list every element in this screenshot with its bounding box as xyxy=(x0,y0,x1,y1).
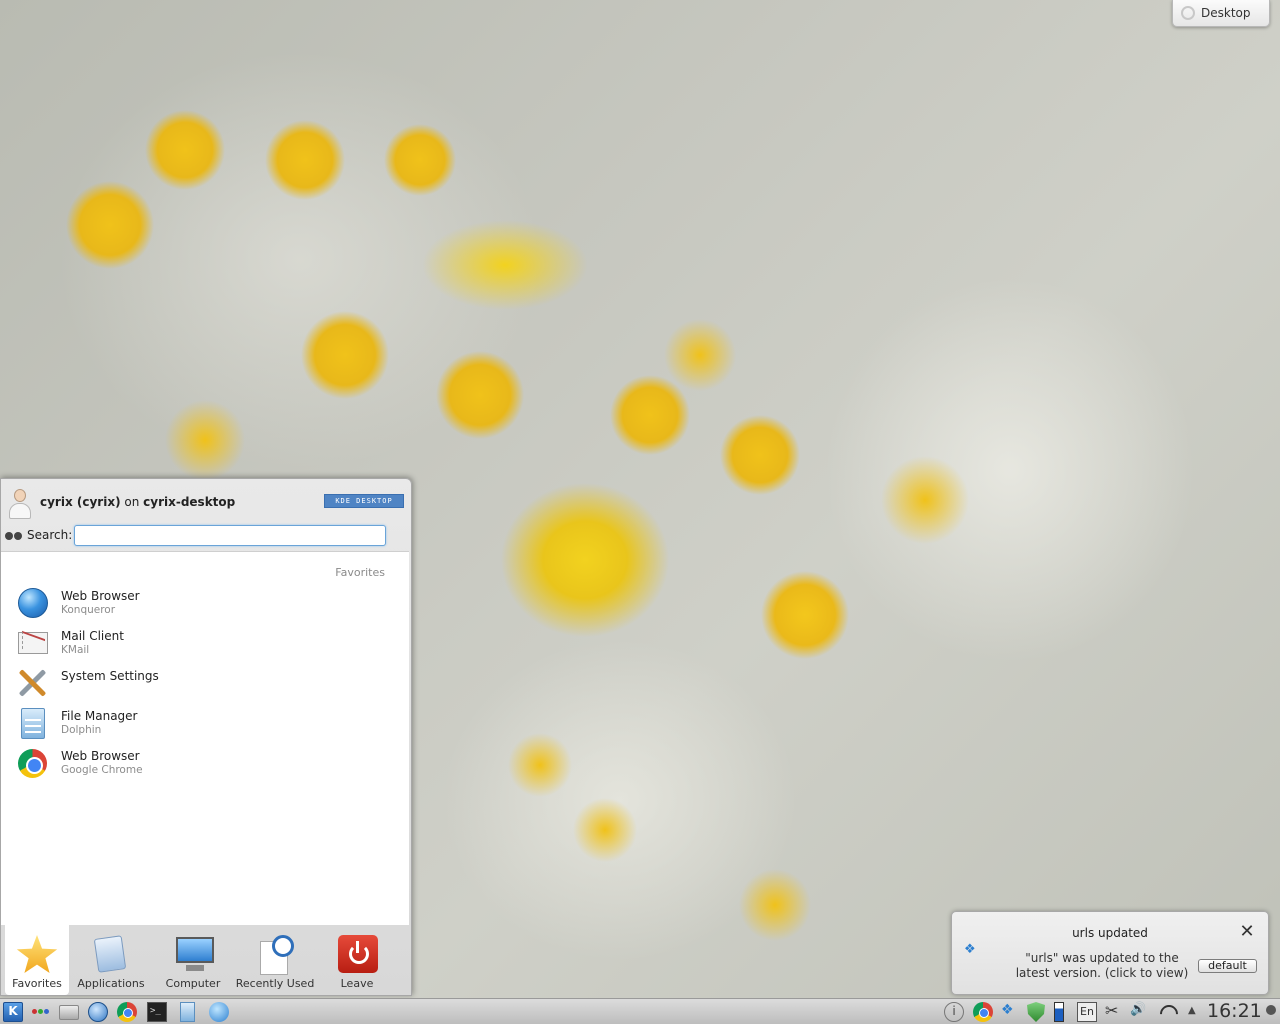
search-label-text: Search: xyxy=(27,528,73,542)
tab-label: Favorites xyxy=(12,977,62,990)
favorite-name: Mail Client xyxy=(61,629,124,643)
notification-default-button[interactable]: default xyxy=(1198,959,1257,973)
applications-icon xyxy=(93,935,127,973)
dropbox-icon[interactable] xyxy=(999,1002,1019,1022)
favorite-sub: KMail xyxy=(61,644,90,656)
search-input[interactable] xyxy=(74,525,386,546)
tab-label: Applications xyxy=(77,977,145,990)
notification-body[interactable]: "urls" was updated to the latest version… xyxy=(1012,951,1192,981)
kickoff-launcher: cyrix (cyrix) on cyrix-desktop KDE DESKT… xyxy=(0,478,412,996)
favorite-name: File Manager xyxy=(61,709,138,723)
computer-icon xyxy=(172,935,214,975)
user-name: cyrix (cyrix) xyxy=(40,495,121,509)
notification-popup[interactable]: urls updated ✕ ❖ "urls" was updated to t… xyxy=(951,911,1269,995)
tab-computer[interactable]: Computer xyxy=(153,925,233,995)
kickoff-header: cyrix (cyrix) on cyrix-desktop KDE DESKT… xyxy=(1,479,411,549)
close-icon[interactable]: ✕ xyxy=(1239,923,1255,941)
favorite-name: System Settings xyxy=(61,669,159,683)
volume-icon[interactable] xyxy=(1129,1002,1149,1022)
drive-icon[interactable] xyxy=(59,1005,79,1020)
search-label: Search: xyxy=(5,528,72,542)
battery-icon[interactable] xyxy=(1054,1002,1064,1022)
shield-icon[interactable] xyxy=(1027,1002,1045,1022)
wifi-icon[interactable] xyxy=(1157,1002,1177,1022)
user-on: on xyxy=(120,495,144,509)
mail-icon xyxy=(15,626,49,660)
file-manager-icon[interactable] xyxy=(180,1002,195,1022)
user-line: cyrix (cyrix) on cyrix-desktop xyxy=(40,495,235,509)
keyboard-layout[interactable]: En xyxy=(1077,1002,1097,1022)
scissors-icon[interactable] xyxy=(1103,1001,1123,1022)
file-manager-icon xyxy=(15,706,49,740)
favorite-sub: Google Chrome xyxy=(61,764,143,776)
info-icon[interactable] xyxy=(944,1002,964,1022)
user-avatar-icon xyxy=(7,487,33,519)
cashew-icon xyxy=(1181,6,1195,20)
favorite-mail-client[interactable]: Mail Client KMail xyxy=(15,626,395,666)
kde-desktop-badge: KDE DESKTOP xyxy=(324,494,404,508)
favorite-system-settings[interactable]: System Settings xyxy=(15,666,395,706)
star-icon xyxy=(16,935,58,973)
tab-label: Leave xyxy=(340,977,374,990)
globe-icon[interactable] xyxy=(209,1002,229,1022)
terminal-icon[interactable] xyxy=(147,1002,167,1022)
host-name: cyrix-desktop xyxy=(143,495,236,509)
clock[interactable]: 16:21 xyxy=(1207,1000,1262,1022)
chrome-tray-icon[interactable] xyxy=(973,1002,993,1022)
bottom-panel: En 16:21 xyxy=(0,998,1280,1024)
tab-favorites[interactable]: Favorites xyxy=(5,925,69,995)
recently-used-icon xyxy=(254,935,296,975)
chrome-icon xyxy=(15,746,49,780)
favorite-web-browser-chrome[interactable]: Web Browser Google Chrome xyxy=(15,746,395,786)
binoculars-icon xyxy=(5,529,23,541)
chrome-icon[interactable] xyxy=(117,1002,137,1022)
panel-toolbox-icon[interactable] xyxy=(1262,1001,1278,1023)
favorite-web-browser-konqueror[interactable]: Web Browser Konqueror xyxy=(15,586,395,626)
favorite-sub: Konqueror xyxy=(61,604,116,616)
favorite-file-manager[interactable]: File Manager Dolphin xyxy=(15,706,395,746)
favorite-name: Web Browser xyxy=(61,589,140,603)
tab-label: Recently Used xyxy=(235,977,315,990)
activities-icon[interactable] xyxy=(30,1002,50,1022)
tab-applications[interactable]: Applications xyxy=(71,925,151,995)
favorite-sub: Dolphin xyxy=(61,724,102,736)
tools-icon xyxy=(15,666,49,700)
leave-icon xyxy=(336,935,378,975)
tab-label: Computer xyxy=(165,977,221,990)
favorite-name: Web Browser xyxy=(61,749,140,763)
favorites-view: Favorites Web Browser Konqueror Mail Clie… xyxy=(1,551,409,925)
kickoff-tabs: Favorites Applications Computer Recently… xyxy=(5,925,407,995)
konqueror-icon[interactable] xyxy=(88,1002,108,1022)
arrow-up-icon[interactable] xyxy=(1184,1002,1204,1022)
notification-title: urls updated xyxy=(1072,926,1148,940)
tab-recently-used[interactable]: Recently Used xyxy=(235,925,315,995)
tab-leave[interactable]: Leave xyxy=(317,925,397,995)
dropbox-icon: ❖ xyxy=(964,942,976,957)
favorites-list: Web Browser Konqueror Mail Client KMail Sy… xyxy=(15,586,395,786)
desktop-toolbox[interactable]: Desktop xyxy=(1172,0,1270,27)
kde-menu-icon[interactable] xyxy=(3,1002,23,1022)
section-title: Favorites xyxy=(335,566,385,579)
globe-icon xyxy=(15,586,49,620)
desktop-toolbox-label: Desktop xyxy=(1201,6,1251,20)
